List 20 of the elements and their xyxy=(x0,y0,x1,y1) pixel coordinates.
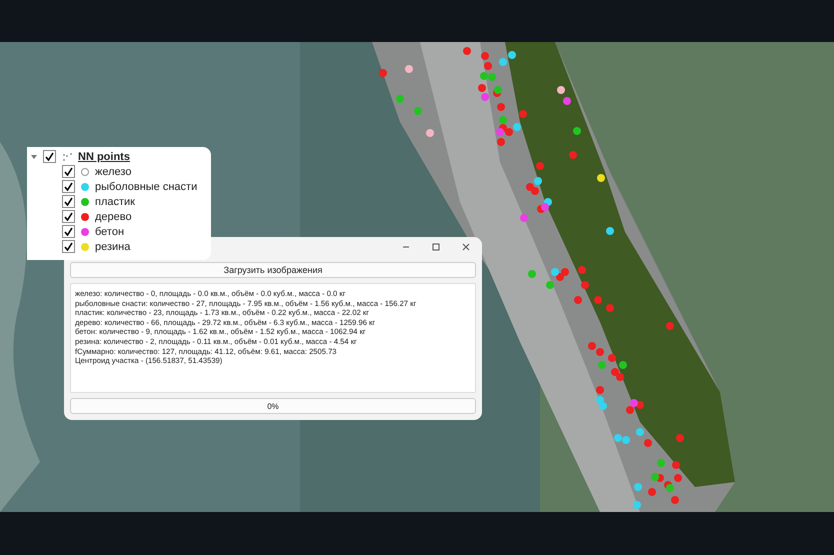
checkbox[interactable] xyxy=(62,180,75,193)
checkbox[interactable] xyxy=(62,210,75,223)
checkbox[interactable] xyxy=(62,195,75,208)
checkbox[interactable] xyxy=(62,240,75,253)
category-label[interactable]: железо xyxy=(95,166,132,178)
checkbox[interactable] xyxy=(62,225,75,238)
checkbox[interactable] xyxy=(43,150,56,163)
maximize-icon[interactable] xyxy=(432,243,440,251)
category-label[interactable]: бетон xyxy=(95,226,124,238)
category-label[interactable]: резина xyxy=(95,240,130,252)
checkbox[interactable] xyxy=(62,165,75,178)
category-label[interactable]: рыболовные снасти xyxy=(95,180,198,192)
expand-arrow-icon[interactable] xyxy=(31,154,37,160)
layer-title[interactable]: NN points xyxy=(78,150,130,162)
progress-label: 0% xyxy=(267,402,279,410)
load-images-button[interactable]: Загрузить изображения xyxy=(70,262,476,278)
category-label[interactable]: дерево xyxy=(95,210,132,222)
close-icon[interactable] xyxy=(462,243,470,251)
points-layer-icon xyxy=(62,152,72,162)
category-label[interactable]: пластик xyxy=(95,196,135,208)
